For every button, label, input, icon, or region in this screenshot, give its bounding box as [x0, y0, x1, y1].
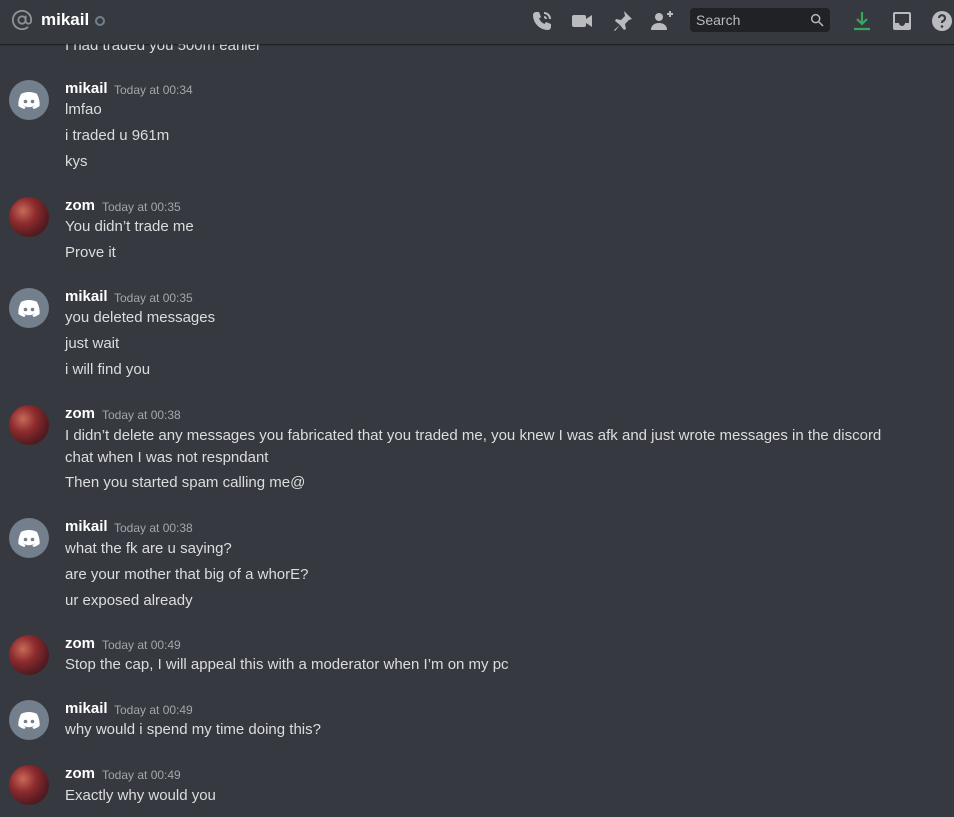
- profile-photo-avatar[interactable]: [9, 765, 49, 805]
- message-text: i will find you: [65, 361, 151, 378]
- message-text: Prove it: [65, 244, 116, 261]
- profile-photo-avatar[interactable]: [9, 405, 49, 445]
- message-text: you deleted messages: [65, 309, 216, 326]
- discord-logo-avatar[interactable]: [9, 288, 49, 328]
- inbox-icon[interactable]: [890, 9, 914, 33]
- message-text: I had traded you 500m earlier: [65, 44, 261, 54]
- search-placeholder: Search: [696, 12, 741, 28]
- message-author[interactable]: zom: [65, 404, 95, 424]
- search-icon: [810, 13, 824, 27]
- message-text: You didn’t trade me: [65, 218, 194, 235]
- download-icon[interactable]: [850, 9, 874, 33]
- message-author[interactable]: mikail: [65, 517, 108, 537]
- message-author[interactable]: mikail: [65, 287, 108, 307]
- message-author[interactable]: mikail: [65, 699, 108, 719]
- message-timestamp: Today at 00:35: [102, 200, 181, 214]
- help-icon[interactable]: [930, 9, 954, 33]
- profile-photo-avatar[interactable]: [9, 635, 49, 675]
- message-timestamp: Today at 00:49: [102, 638, 181, 652]
- message-text: i traded u 961m: [65, 127, 170, 144]
- message-timestamp: Today at 00:49: [102, 768, 181, 782]
- discord-logo-icon: [18, 92, 40, 109]
- discord-logo-avatar[interactable]: [9, 700, 49, 740]
- discord-logo-avatar[interactable]: [9, 80, 49, 120]
- message-text: ur exposed already: [65, 592, 193, 609]
- at-icon: [11, 9, 33, 31]
- message-list: I had traded you 500m earlier mikail Tod…: [0, 44, 954, 817]
- message-author[interactable]: zom: [65, 196, 95, 216]
- dm-title: mikail: [41, 10, 90, 29]
- message-author[interactable]: mikail: [65, 79, 108, 99]
- message-text: just wait: [65, 335, 120, 352]
- message-text: Exactly why would you: [65, 787, 216, 804]
- message-author[interactable]: zom: [65, 634, 95, 654]
- message-text: I didn’t delete any messages you fabrica…: [65, 427, 882, 466]
- offline-status-icon: [95, 16, 105, 26]
- discord-logo-icon: [18, 300, 40, 317]
- message-timestamp: Today at 00:38: [114, 521, 193, 535]
- message-timestamp: Today at 00:38: [102, 408, 181, 422]
- discord-logo-icon: [18, 530, 40, 547]
- message-text: Then you started spam calling me@: [65, 474, 306, 491]
- start-video-call-icon[interactable]: [570, 9, 594, 33]
- top-bar: mikail Search: [0, 0, 954, 44]
- discord-logo-icon: [18, 712, 40, 729]
- message-text: are your mother that big of a whorE?: [65, 566, 309, 583]
- search-box[interactable]: Search: [690, 8, 830, 32]
- message-timestamp: Today at 00:34: [114, 83, 193, 97]
- message-text: lmfao: [65, 101, 102, 118]
- discord-logo-avatar[interactable]: [9, 518, 49, 558]
- message-text: Stop the cap, I will appeal this with a …: [65, 656, 509, 673]
- message-text: kys: [65, 153, 88, 170]
- add-friends-to-dm-icon[interactable]: [650, 9, 674, 33]
- message-timestamp: Today at 00:35: [114, 291, 193, 305]
- start-voice-call-icon[interactable]: [530, 9, 554, 33]
- pinned-messages-icon[interactable]: [610, 9, 634, 33]
- message-author[interactable]: zom: [65, 764, 95, 784]
- message-timestamp: Today at 00:49: [114, 703, 193, 717]
- profile-photo-avatar[interactable]: [9, 197, 49, 237]
- message-text: why would i spend my time doing this?: [65, 721, 321, 738]
- message-text: what the fk are u saying?: [65, 540, 232, 557]
